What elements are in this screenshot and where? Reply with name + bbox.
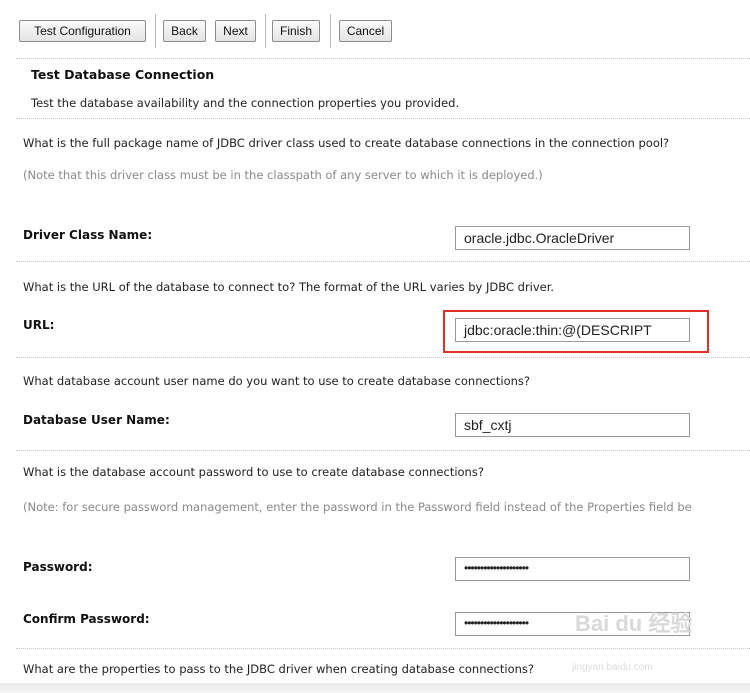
password-note: (Note: for secure password management, e… — [23, 500, 692, 514]
window-bottom-edge — [0, 683, 750, 693]
next-button[interactable]: Next — [215, 20, 256, 42]
toolbar-separator — [265, 14, 266, 48]
password-input[interactable]: •••••••••••••••••••• — [455, 557, 690, 581]
section-description: Test the database availability and the c… — [31, 96, 460, 110]
finish-button[interactable]: Finish — [272, 20, 320, 42]
user-question: What database account user name do you w… — [23, 374, 531, 388]
properties-question: What are the properties to pass to the J… — [23, 662, 535, 676]
driver-class-input[interactable]: oracle.jdbc.OracleDriver — [455, 226, 690, 250]
divider — [16, 261, 750, 262]
test-configuration-button[interactable]: Test Configuration — [19, 20, 146, 42]
back-button[interactable]: Back — [163, 20, 206, 42]
password-label: Password: — [23, 560, 93, 574]
divider — [16, 118, 750, 119]
toolbar-separator — [155, 14, 156, 48]
divider — [16, 357, 750, 358]
url-highlight-box — [443, 310, 709, 353]
baidu-watermark-site: jingyan.baidu.com — [572, 662, 653, 673]
user-name-label: Database User Name: — [23, 413, 170, 427]
baidu-watermark-logo: Bai du 经验 — [575, 611, 693, 636]
driver-class-label: Driver Class Name: — [23, 228, 153, 242]
confirm-password-label: Confirm Password: — [23, 612, 150, 626]
password-question: What is the database account password to… — [23, 465, 484, 479]
toolbar-separator — [330, 14, 331, 48]
divider — [16, 450, 750, 451]
section-title: Test Database Connection — [31, 67, 215, 82]
url-label: URL: — [23, 318, 55, 332]
url-question: What is the URL of the database to conne… — [23, 280, 555, 294]
driver-note: (Note that this driver class must be in … — [23, 168, 543, 182]
divider — [16, 648, 750, 649]
user-name-input[interactable]: sbf_cxtj — [455, 413, 690, 437]
divider — [16, 58, 750, 59]
cancel-button[interactable]: Cancel — [339, 20, 392, 42]
driver-question: What is the full package name of JDBC dr… — [23, 136, 670, 150]
jdbc-datasource-wizard-page: { "toolbar": { "test_configuration": "Te… — [0, 0, 750, 693]
